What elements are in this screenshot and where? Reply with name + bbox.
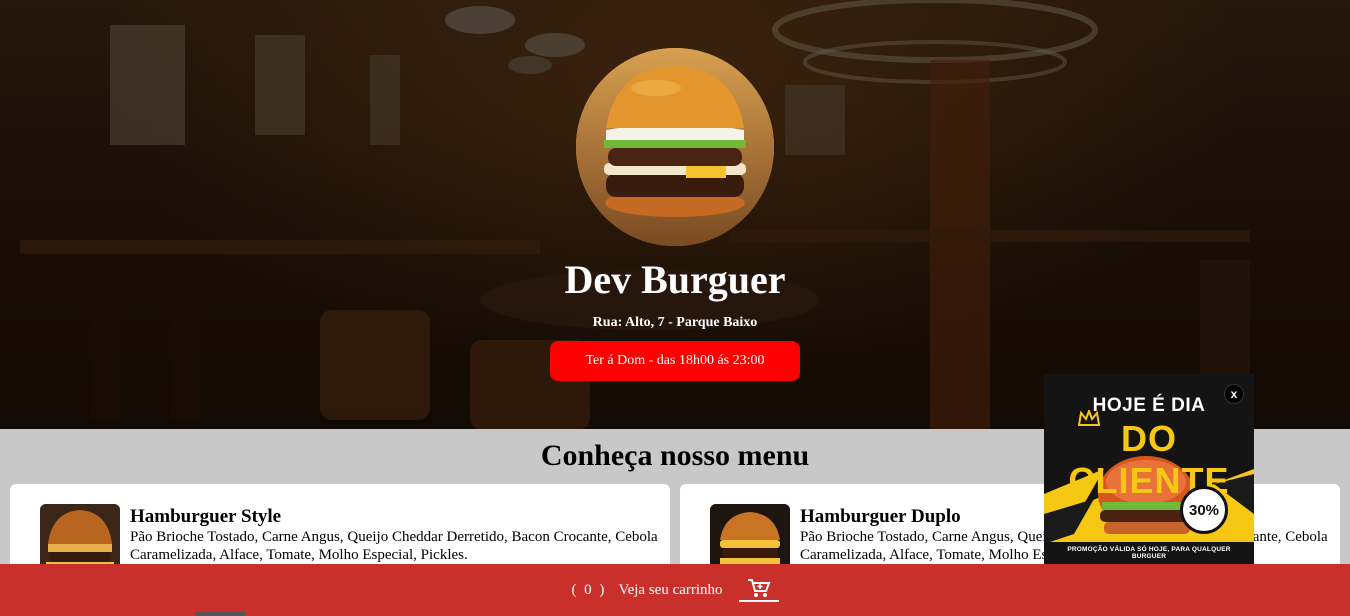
menu-item-description: Pão Brioche Tostado, Carne Angus, Queijo…	[130, 529, 658, 563]
promo-popup[interactable]: HOJE É DIA DO CLIENTE 30% PROMOÇÃO VÁLID…	[1044, 374, 1254, 564]
promo-discount-badge: 30%	[1180, 486, 1228, 534]
promo-title-line1: HOJE É DIA	[1092, 395, 1206, 416]
cart-count: ( 0 )	[571, 581, 607, 598]
menu-item-name: Hamburguer Style	[130, 506, 282, 527]
close-icon[interactable]: x	[1224, 384, 1244, 404]
cart-icon[interactable]	[738, 578, 779, 602]
shopping-cart-icon	[747, 579, 771, 597]
address-text: Rua: Alto, 7 - Parque Baixo	[592, 315, 758, 330]
cart-label[interactable]: Veja seu carrinho	[618, 582, 722, 599]
opening-hours-badge: Ter á Dom - das 18h00 ás 23:00	[550, 341, 800, 381]
brand-logo-burger-image	[576, 48, 774, 246]
cart-underline	[738, 600, 779, 602]
menu-item-name: Hamburguer Duplo	[800, 506, 961, 527]
horizontal-scrollbar[interactable]	[195, 612, 245, 616]
hero-banner: Dev Burguer Rua: Alto, 7 - Parque Baixo …	[0, 0, 1350, 429]
cart-bar[interactable]: ( 0 ) Veja seu carrinho	[0, 564, 1350, 616]
burger-icon	[576, 48, 774, 246]
promo-footer-text: PROMOÇÃO VÁLIDA SÓ HOJE, PARA QUALQUER B…	[1067, 546, 1231, 560]
promo-title-line2: DO CLIENTE	[1068, 418, 1230, 501]
brand-title: Dev Burguer	[564, 257, 786, 302]
